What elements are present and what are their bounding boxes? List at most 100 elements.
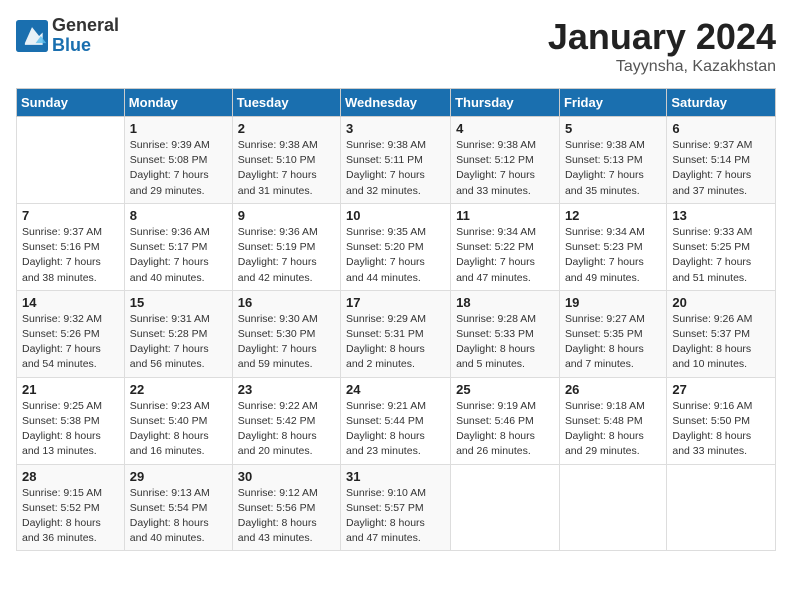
day-number: 21 bbox=[22, 382, 119, 397]
day-number: 28 bbox=[22, 469, 119, 484]
calendar-subtitle: Tayynsha, Kazakhstan bbox=[548, 58, 776, 76]
day-cell: 14 Sunrise: 9:32 AMSunset: 5:26 PMDayligh… bbox=[17, 290, 125, 377]
day-cell: 28Sunrise: 9:15 AMSunset: 5:52 PMDayligh… bbox=[17, 464, 125, 551]
day-cell: 20 Sunrise: 9:26 AMSunset: 5:37 PMDayligh… bbox=[667, 290, 776, 377]
day-number: 17 bbox=[346, 295, 445, 310]
week-row-5: 28Sunrise: 9:15 AMSunset: 5:52 PMDayligh… bbox=[17, 464, 776, 551]
day-cell: 3 Sunrise: 9:38 AMSunset: 5:11 PMDaylight… bbox=[341, 117, 451, 204]
day-info: Sunrise: 9:38 AMSunset: 5:12 PMDaylight:… bbox=[456, 138, 554, 199]
day-cell: 23 Sunrise: 9:22 AMSunset: 5:42 PMDayligh… bbox=[232, 377, 340, 464]
week-row-4: 21 Sunrise: 9:25 AMSunset: 5:38 PMDayligh… bbox=[17, 377, 776, 464]
day-number: 8 bbox=[130, 208, 227, 223]
logo-icon bbox=[16, 20, 48, 52]
day-number: 24 bbox=[346, 382, 445, 397]
day-number: 1 bbox=[130, 121, 227, 136]
day-cell: 21 Sunrise: 9:25 AMSunset: 5:38 PMDayligh… bbox=[17, 377, 125, 464]
day-number: 3 bbox=[346, 121, 445, 136]
day-cell: 4 Sunrise: 9:38 AMSunset: 5:12 PMDaylight… bbox=[451, 117, 560, 204]
logo-text: General Blue bbox=[52, 16, 119, 56]
day-number: 22 bbox=[130, 382, 227, 397]
day-number: 25 bbox=[456, 382, 554, 397]
day-info: Sunrise: 9:25 AMSunset: 5:38 PMDaylight:… bbox=[22, 399, 119, 460]
day-cell: 9Sunrise: 9:36 AMSunset: 5:19 PMDaylight… bbox=[232, 203, 340, 290]
day-number: 19 bbox=[565, 295, 661, 310]
day-number: 16 bbox=[238, 295, 335, 310]
day-info: Sunrise: 9:32 AMSunset: 5:26 PMDaylight:… bbox=[22, 312, 119, 373]
day-cell: 24Sunrise: 9:21 AMSunset: 5:44 PMDayligh… bbox=[341, 377, 451, 464]
day-number: 5 bbox=[565, 121, 661, 136]
logo-blue-text: Blue bbox=[52, 36, 119, 56]
header-row: SundayMondayTuesdayWednesdayThursdayFrid… bbox=[17, 89, 776, 117]
calendar-table: SundayMondayTuesdayWednesdayThursdayFrid… bbox=[16, 88, 776, 551]
day-cell: 16 Sunrise: 9:30 AMSunset: 5:30 PMDayligh… bbox=[232, 290, 340, 377]
day-cell bbox=[559, 464, 666, 551]
day-cell bbox=[17, 117, 125, 204]
day-number: 20 bbox=[672, 295, 770, 310]
day-number: 30 bbox=[238, 469, 335, 484]
day-cell: 19 Sunrise: 9:27 AMSunset: 5:35 PMDayligh… bbox=[559, 290, 666, 377]
day-cell: 6Sunrise: 9:37 AMSunset: 5:14 PMDaylight… bbox=[667, 117, 776, 204]
page-header: General Blue January 2024 Tayynsha, Kaza… bbox=[16, 16, 776, 76]
day-cell: 8 Sunrise: 9:36 AMSunset: 5:17 PMDaylight… bbox=[124, 203, 232, 290]
day-number: 26 bbox=[565, 382, 661, 397]
day-info: Sunrise: 9:27 AMSunset: 5:35 PMDaylight:… bbox=[565, 312, 661, 373]
day-cell: 1 Sunrise: 9:39 AMSunset: 5:08 PMDaylight… bbox=[124, 117, 232, 204]
day-cell: 29 Sunrise: 9:13 AMSunset: 5:54 PMDayligh… bbox=[124, 464, 232, 551]
day-number: 13 bbox=[672, 208, 770, 223]
day-cell: 15 Sunrise: 9:31 AMSunset: 5:28 PMDayligh… bbox=[124, 290, 232, 377]
day-number: 10 bbox=[346, 208, 445, 223]
day-number: 31 bbox=[346, 469, 445, 484]
day-info: Sunrise: 9:34 AMSunset: 5:23 PMDaylight:… bbox=[565, 225, 661, 286]
day-info: Sunrise: 9:38 AMSunset: 5:10 PMDaylight:… bbox=[238, 138, 335, 199]
header-cell-friday: Friday bbox=[559, 89, 666, 117]
logo: General Blue bbox=[16, 16, 119, 56]
day-info: Sunrise: 9:16 AMSunset: 5:50 PMDaylight:… bbox=[672, 399, 770, 460]
day-cell bbox=[451, 464, 560, 551]
day-number: 27 bbox=[672, 382, 770, 397]
day-info: Sunrise: 9:10 AMSunset: 5:57 PMDaylight:… bbox=[346, 486, 445, 547]
day-cell: 25 Sunrise: 9:19 AMSunset: 5:46 PMDayligh… bbox=[451, 377, 560, 464]
day-info: Sunrise: 9:30 AMSunset: 5:30 PMDaylight:… bbox=[238, 312, 335, 373]
day-cell: 31 Sunrise: 9:10 AMSunset: 5:57 PMDayligh… bbox=[341, 464, 451, 551]
day-info: Sunrise: 9:12 AMSunset: 5:56 PMDaylight:… bbox=[238, 486, 335, 547]
day-number: 18 bbox=[456, 295, 554, 310]
day-number: 15 bbox=[130, 295, 227, 310]
day-number: 12 bbox=[565, 208, 661, 223]
day-info: Sunrise: 9:36 AMSunset: 5:17 PMDaylight:… bbox=[130, 225, 227, 286]
day-number: 29 bbox=[130, 469, 227, 484]
day-cell: 18Sunrise: 9:28 AMSunset: 5:33 PMDayligh… bbox=[451, 290, 560, 377]
header-cell-saturday: Saturday bbox=[667, 89, 776, 117]
day-info: Sunrise: 9:13 AMSunset: 5:54 PMDaylight:… bbox=[130, 486, 227, 547]
day-info: Sunrise: 9:39 AMSunset: 5:08 PMDaylight:… bbox=[130, 138, 227, 199]
week-row-3: 14 Sunrise: 9:32 AMSunset: 5:26 PMDayligh… bbox=[17, 290, 776, 377]
day-info: Sunrise: 9:22 AMSunset: 5:42 PMDaylight:… bbox=[238, 399, 335, 460]
day-number: 7 bbox=[22, 208, 119, 223]
day-cell bbox=[667, 464, 776, 551]
day-cell: 11Sunrise: 9:34 AMSunset: 5:22 PMDayligh… bbox=[451, 203, 560, 290]
calendar-title: January 2024 bbox=[548, 16, 776, 58]
day-info: Sunrise: 9:33 AMSunset: 5:25 PMDaylight:… bbox=[672, 225, 770, 286]
day-info: Sunrise: 9:37 AMSunset: 5:14 PMDaylight:… bbox=[672, 138, 770, 199]
header-cell-thursday: Thursday bbox=[451, 89, 560, 117]
day-info: Sunrise: 9:18 AMSunset: 5:48 PMDaylight:… bbox=[565, 399, 661, 460]
day-number: 23 bbox=[238, 382, 335, 397]
header-cell-wednesday: Wednesday bbox=[341, 89, 451, 117]
day-info: Sunrise: 9:19 AMSunset: 5:46 PMDaylight:… bbox=[456, 399, 554, 460]
day-cell: 27 Sunrise: 9:16 AMSunset: 5:50 PMDayligh… bbox=[667, 377, 776, 464]
day-number: 14 bbox=[22, 295, 119, 310]
day-cell: 2 Sunrise: 9:38 AMSunset: 5:10 PMDaylight… bbox=[232, 117, 340, 204]
day-info: Sunrise: 9:31 AMSunset: 5:28 PMDaylight:… bbox=[130, 312, 227, 373]
day-info: Sunrise: 9:35 AMSunset: 5:20 PMDaylight:… bbox=[346, 225, 445, 286]
day-number: 2 bbox=[238, 121, 335, 136]
day-number: 11 bbox=[456, 208, 554, 223]
day-cell: 12 Sunrise: 9:34 AMSunset: 5:23 PMDayligh… bbox=[559, 203, 666, 290]
day-info: Sunrise: 9:37 AMSunset: 5:16 PMDaylight:… bbox=[22, 225, 119, 286]
day-cell: 22 Sunrise: 9:23 AMSunset: 5:40 PMDayligh… bbox=[124, 377, 232, 464]
day-cell: 7 Sunrise: 9:37 AMSunset: 5:16 PMDaylight… bbox=[17, 203, 125, 290]
day-number: 4 bbox=[456, 121, 554, 136]
day-cell: 30 Sunrise: 9:12 AMSunset: 5:56 PMDayligh… bbox=[232, 464, 340, 551]
header-cell-monday: Monday bbox=[124, 89, 232, 117]
day-info: Sunrise: 9:38 AMSunset: 5:11 PMDaylight:… bbox=[346, 138, 445, 199]
day-info: Sunrise: 9:26 AMSunset: 5:37 PMDaylight:… bbox=[672, 312, 770, 373]
day-info: Sunrise: 9:23 AMSunset: 5:40 PMDaylight:… bbox=[130, 399, 227, 460]
